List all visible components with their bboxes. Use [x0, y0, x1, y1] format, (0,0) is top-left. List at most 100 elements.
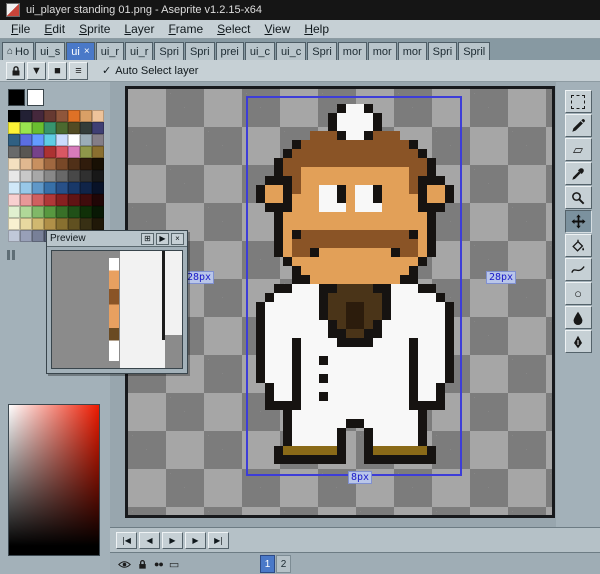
- menu-layer[interactable]: Layer: [117, 22, 161, 36]
- palette-swatch-75[interactable]: [44, 218, 56, 230]
- tab-mor[interactable]: mor: [338, 42, 367, 60]
- palette-swatch-56[interactable]: [8, 194, 20, 206]
- palette-swatch-54[interactable]: [80, 182, 92, 194]
- menu-view[interactable]: View: [258, 22, 298, 36]
- palette-swatch-27[interactable]: [44, 146, 56, 158]
- menu-file[interactable]: File: [4, 22, 37, 36]
- palette-swatch-79[interactable]: [92, 218, 104, 230]
- menu-frame[interactable]: Frame: [161, 22, 210, 36]
- palette-swatch-76[interactable]: [56, 218, 68, 230]
- palette-swatch-36[interactable]: [56, 158, 68, 170]
- palette-swatch-59[interactable]: [44, 194, 56, 206]
- tab-Spril[interactable]: Spril: [458, 42, 490, 60]
- layer-visibility-icon[interactable]: [118, 560, 131, 569]
- tab-prei[interactable]: prei: [216, 42, 244, 60]
- eyedropper-tool[interactable]: [565, 162, 592, 185]
- tab-ui_r[interactable]: ui_r: [125, 42, 153, 60]
- palette-swatch-69[interactable]: [68, 206, 80, 218]
- playback-prev-frame-button[interactable]: ◀: [139, 532, 160, 549]
- palette-swatch-67[interactable]: [44, 206, 56, 218]
- palette-swatch-37[interactable]: [68, 158, 80, 170]
- zoom-tool[interactable]: [565, 186, 592, 209]
- palette-swatch-26[interactable]: [32, 146, 44, 158]
- palette-swatch-73[interactable]: [20, 218, 32, 230]
- tab-ui_r[interactable]: ui_r: [96, 42, 124, 60]
- palette-swatch-23[interactable]: [92, 134, 104, 146]
- palette-swatch-61[interactable]: [68, 194, 80, 206]
- palette-swatch-11[interactable]: [44, 122, 56, 134]
- palette-swatch-42[interactable]: [32, 170, 44, 182]
- tab-ui_c[interactable]: ui_c: [245, 42, 275, 60]
- playback-last-frame-button[interactable]: ▶|: [208, 532, 229, 549]
- tab-Ho[interactable]: ⌂Ho: [2, 42, 34, 60]
- palette-sort-button[interactable]: ▼: [27, 62, 46, 80]
- palette-swatch-8[interactable]: [8, 122, 20, 134]
- palette-swatch-2[interactable]: [32, 110, 44, 122]
- ink-tool[interactable]: [565, 330, 592, 353]
- playback-play-button[interactable]: ▶: [162, 532, 183, 549]
- palette-swatch-29[interactable]: [68, 146, 80, 158]
- tab-Spri[interactable]: Spri: [428, 42, 458, 60]
- palette-swatch-35[interactable]: [44, 158, 56, 170]
- palette-swatch-66[interactable]: [32, 206, 44, 218]
- palette-swatch-74[interactable]: [32, 218, 44, 230]
- palette-swatch-78[interactable]: [80, 218, 92, 230]
- palette-swatch-55[interactable]: [92, 182, 104, 194]
- ellipse-tool[interactable]: ○: [565, 282, 592, 305]
- pencil-tool[interactable]: [565, 114, 592, 137]
- palette-swatch-41[interactable]: [20, 170, 32, 182]
- palette-swatch-80[interactable]: [8, 230, 20, 242]
- preview-title-bar[interactable]: Preview ⊞ ▶ ×: [47, 231, 187, 247]
- onion-skin-icon[interactable]: ●●: [154, 559, 163, 569]
- preview-options-button[interactable]: ⊞: [141, 233, 154, 245]
- palette-swatch-24[interactable]: [8, 146, 20, 158]
- palette-swatch-28[interactable]: [56, 146, 68, 158]
- preview-play-button[interactable]: ▶: [156, 233, 169, 245]
- palette-swatch-16[interactable]: [8, 134, 20, 146]
- palette-swatch-38[interactable]: [80, 158, 92, 170]
- palette-swatch-58[interactable]: [32, 194, 44, 206]
- palette-presets-button[interactable]: ■: [48, 62, 67, 80]
- palette-swatch-22[interactable]: [80, 134, 92, 146]
- palette-swatch-6[interactable]: [80, 110, 92, 122]
- menu-select[interactable]: Select: [210, 22, 257, 36]
- move-tool[interactable]: [565, 210, 592, 233]
- tab-ui_c[interactable]: ui_c: [276, 42, 306, 60]
- palette-swatch-39[interactable]: [92, 158, 104, 170]
- eraser-tool[interactable]: ▱: [565, 138, 592, 161]
- playback-first-frame-button[interactable]: |◀: [116, 532, 137, 549]
- tab-ui[interactable]: ui×: [66, 42, 94, 60]
- palette-swatch-70[interactable]: [80, 206, 92, 218]
- panel-splitter-handle[interactable]: [7, 250, 15, 260]
- palette-swatch-63[interactable]: [92, 194, 104, 206]
- palette-swatch-25[interactable]: [20, 146, 32, 158]
- tab-mor[interactable]: mor: [398, 42, 427, 60]
- tab-mor[interactable]: mor: [368, 42, 397, 60]
- palette-swatch-40[interactable]: [8, 170, 20, 182]
- palette-swatch-82[interactable]: [32, 230, 44, 242]
- palette-swatch-5[interactable]: [68, 110, 80, 122]
- rectangular-marquee-tool[interactable]: [565, 90, 592, 113]
- selection-rectangle[interactable]: [246, 96, 462, 476]
- palette-swatch-7[interactable]: [92, 110, 104, 122]
- blur-tool[interactable]: [565, 306, 592, 329]
- palette-swatch-62[interactable]: [80, 194, 92, 206]
- palette-swatch-1[interactable]: [20, 110, 32, 122]
- palette-swatch-81[interactable]: [20, 230, 32, 242]
- palette-swatch-72[interactable]: [8, 218, 20, 230]
- palette-swatch-68[interactable]: [56, 206, 68, 218]
- palette-swatch-60[interactable]: [56, 194, 68, 206]
- palette-swatch-17[interactable]: [20, 134, 32, 146]
- palette-swatch-15[interactable]: [92, 122, 104, 134]
- palette-swatch-34[interactable]: [32, 158, 44, 170]
- palette-swatch-13[interactable]: [68, 122, 80, 134]
- paint-bucket-tool[interactable]: [565, 234, 592, 257]
- palette-swatch-0[interactable]: [8, 110, 20, 122]
- layer-lock-icon[interactable]: [137, 559, 148, 570]
- palette-lock-button[interactable]: [6, 62, 25, 80]
- tab-Spri[interactable]: Spri: [185, 42, 215, 60]
- palette-swatch-44[interactable]: [56, 170, 68, 182]
- palette-swatch-49[interactable]: [20, 182, 32, 194]
- palette-swatch-71[interactable]: [92, 206, 104, 218]
- frame-2[interactable]: 2: [276, 555, 291, 573]
